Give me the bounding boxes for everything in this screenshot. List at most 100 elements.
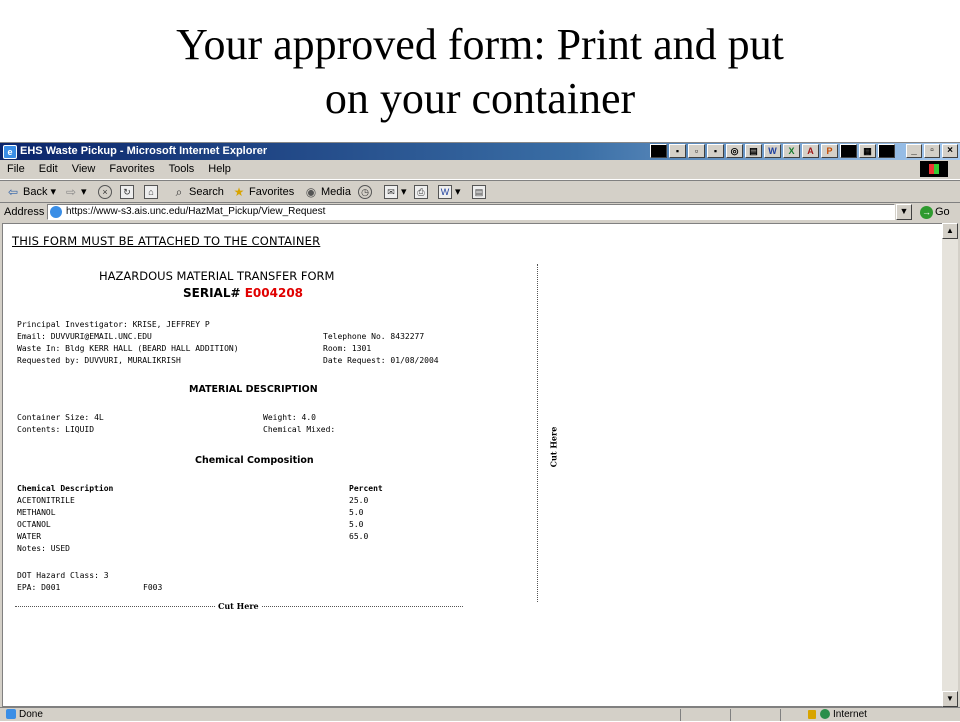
address-input[interactable]: https://www-s3.ais.unc.edu/HazMat_Pickup… xyxy=(47,204,895,220)
slide-title-line-2: on your container xyxy=(324,74,636,123)
address-bar: Address https://www-s3.ais.unc.edu/HazMa… xyxy=(0,203,960,222)
tray-mail-icon[interactable]: ▤ xyxy=(745,144,762,158)
zone-label: Internet xyxy=(833,709,867,720)
container-size: Container Size: 4L xyxy=(17,413,104,422)
chemical-composition-heading: Chemical Composition xyxy=(195,455,314,466)
window-title: EHS Waste Pickup - Microsoft Internet Ex… xyxy=(20,145,268,157)
waste-in: Waste In: Bldg KERR HALL (BEARD HALL ADD… xyxy=(17,344,239,353)
menu-bar: File Edit View Favorites Tools Help xyxy=(0,160,960,180)
tray-window-icon[interactable]: ▪ xyxy=(707,144,724,158)
tray-word-icon[interactable]: W xyxy=(764,144,781,158)
media-button[interactable]: ◉ Media xyxy=(304,181,351,204)
edit-button[interactable]: W ▾ xyxy=(438,181,461,204)
serial-value: E004208 xyxy=(244,286,304,300)
address-dropdown-icon[interactable]: ▼ xyxy=(896,204,912,220)
attach-notice: THIS FORM MUST BE ATTACHED TO THE CONTAI… xyxy=(12,234,321,248)
chemical-percent: 65.0 xyxy=(349,532,369,541)
vertical-cut-label: Cut Here xyxy=(548,424,559,470)
address-label: Address xyxy=(4,206,45,218)
internet-globe-icon xyxy=(820,709,830,720)
tray-folder-icon[interactable]: ▪ xyxy=(669,144,686,158)
browser-window: e EHS Waste Pickup - Microsoft Internet E… xyxy=(0,142,960,721)
menu-edit[interactable]: Edit xyxy=(32,160,65,179)
serial-line: SERIAL# E004208 xyxy=(183,286,303,300)
mail-button[interactable]: ✉ ▾ xyxy=(384,181,407,204)
go-button[interactable]: → Go xyxy=(920,203,950,222)
back-arrow-icon: ⇦ xyxy=(7,185,19,200)
go-label: Go xyxy=(935,206,950,218)
scroll-down-icon[interactable]: ▼ xyxy=(942,691,958,707)
home-icon: ⌂ xyxy=(144,185,158,200)
material-description-heading: MATERIAL DESCRIPTION xyxy=(189,384,318,395)
close-icon[interactable]: × xyxy=(942,144,958,158)
menu-view[interactable]: View xyxy=(65,160,103,179)
word-edit-icon: W xyxy=(438,185,452,200)
tray-search-icon[interactable]: ◎ xyxy=(726,144,743,158)
history-button[interactable]: ◷ xyxy=(358,181,375,204)
toolbar: ⇦ Back ▾ ⇨ ▾ × ↻ ⌂ ⌕ Search ★ Favorites ◉ Med… xyxy=(0,180,960,203)
forward-button[interactable]: ⇨ ▾ xyxy=(64,181,87,204)
stop-button[interactable]: × xyxy=(98,181,115,204)
title-bar: e EHS Waste Pickup - Microsoft Internet E… xyxy=(0,143,960,160)
go-arrow-icon: → xyxy=(920,205,933,219)
tray-blank-icon-2[interactable] xyxy=(878,144,895,158)
percent-header: Percent xyxy=(349,484,383,493)
menu-file[interactable]: File xyxy=(0,160,32,179)
scroll-up-icon[interactable]: ▲ xyxy=(942,223,958,239)
refresh-button[interactable]: ↻ xyxy=(120,181,137,204)
print-button[interactable]: ⎙ xyxy=(414,181,431,204)
menu-tools[interactable]: Tools xyxy=(162,160,202,179)
back-button[interactable]: ⇦ Back ▾ xyxy=(6,181,56,204)
tray-blank-icon[interactable] xyxy=(840,144,857,158)
date-request: Date Request: 01/08/2004 xyxy=(323,356,439,365)
chemical-name: OCTANOL xyxy=(17,520,51,529)
search-label: Search xyxy=(189,186,224,198)
weight: Weight: 4.0 xyxy=(263,413,316,422)
chemical-mixed: Chemical Mixed: xyxy=(263,425,336,434)
epa-code: EPA: D001 xyxy=(17,583,61,592)
page-content: THIS FORM MUST BE ATTACHED TO THE CONTAI… xyxy=(2,223,942,707)
ie-logo-icon: e xyxy=(3,145,17,159)
tray-explorer-icon[interactable]: ▫ xyxy=(688,144,705,158)
status-divider xyxy=(780,709,781,721)
contents: Contents: LIQUID xyxy=(17,425,95,434)
favorites-label: Favorites xyxy=(249,186,295,198)
status-divider xyxy=(730,709,731,721)
chemical-percent: 5.0 xyxy=(349,520,364,529)
search-button[interactable]: ⌕ Search xyxy=(172,181,224,204)
dot-hazard-class: DOT Hazard Class: 3 xyxy=(17,571,109,580)
windows-logo-icon xyxy=(920,161,948,177)
notes: Notes: USED xyxy=(17,544,70,553)
history-icon: ◷ xyxy=(358,185,372,200)
discuss-button[interactable]: ▤ xyxy=(472,181,489,204)
tray-clipboard-icon[interactable]: ▦ xyxy=(859,144,876,158)
epa-code-2: F003 xyxy=(143,583,163,592)
lock-icon xyxy=(808,709,816,719)
horizontal-cut-label: Cut Here xyxy=(215,601,262,611)
tray-powerpoint-icon[interactable]: P xyxy=(821,144,838,158)
tray-app-icon[interactable] xyxy=(650,144,667,158)
slide-title-line-1: Your approved form: Print and put xyxy=(176,20,784,69)
minimize-icon[interactable]: _ xyxy=(906,144,922,158)
status-divider xyxy=(680,709,681,721)
print-icon: ⎙ xyxy=(414,185,428,200)
window-controls: _ ▫ × xyxy=(906,144,958,158)
discuss-icon: ▤ xyxy=(472,185,486,200)
tray-excel-icon[interactable]: X xyxy=(783,144,800,158)
back-label: Back xyxy=(23,186,48,198)
chemical-name: ACETONITRILE xyxy=(17,496,75,505)
favorites-button[interactable]: ★ Favorites xyxy=(232,181,295,204)
menu-help[interactable]: Help xyxy=(201,160,238,179)
search-icon: ⌕ xyxy=(175,185,183,200)
email: Email: DUVVURI@EMAIL.UNC.EDU xyxy=(17,332,152,341)
tray-access-icon[interactable]: A xyxy=(802,144,819,158)
favorites-star-icon: ★ xyxy=(233,185,245,200)
home-button[interactable]: ⌂ xyxy=(144,181,161,204)
room: Room: 1301 xyxy=(323,344,372,353)
telephone: Telephone No. 8432277 xyxy=(323,332,425,341)
menu-favorites[interactable]: Favorites xyxy=(102,160,161,179)
maximize-icon[interactable]: ▫ xyxy=(924,144,940,158)
vertical-cut-line xyxy=(537,264,538,602)
slide-title: Your approved form: Print and put on you… xyxy=(0,18,960,126)
vertical-scrollbar[interactable]: ▲ ▼ xyxy=(942,223,958,707)
